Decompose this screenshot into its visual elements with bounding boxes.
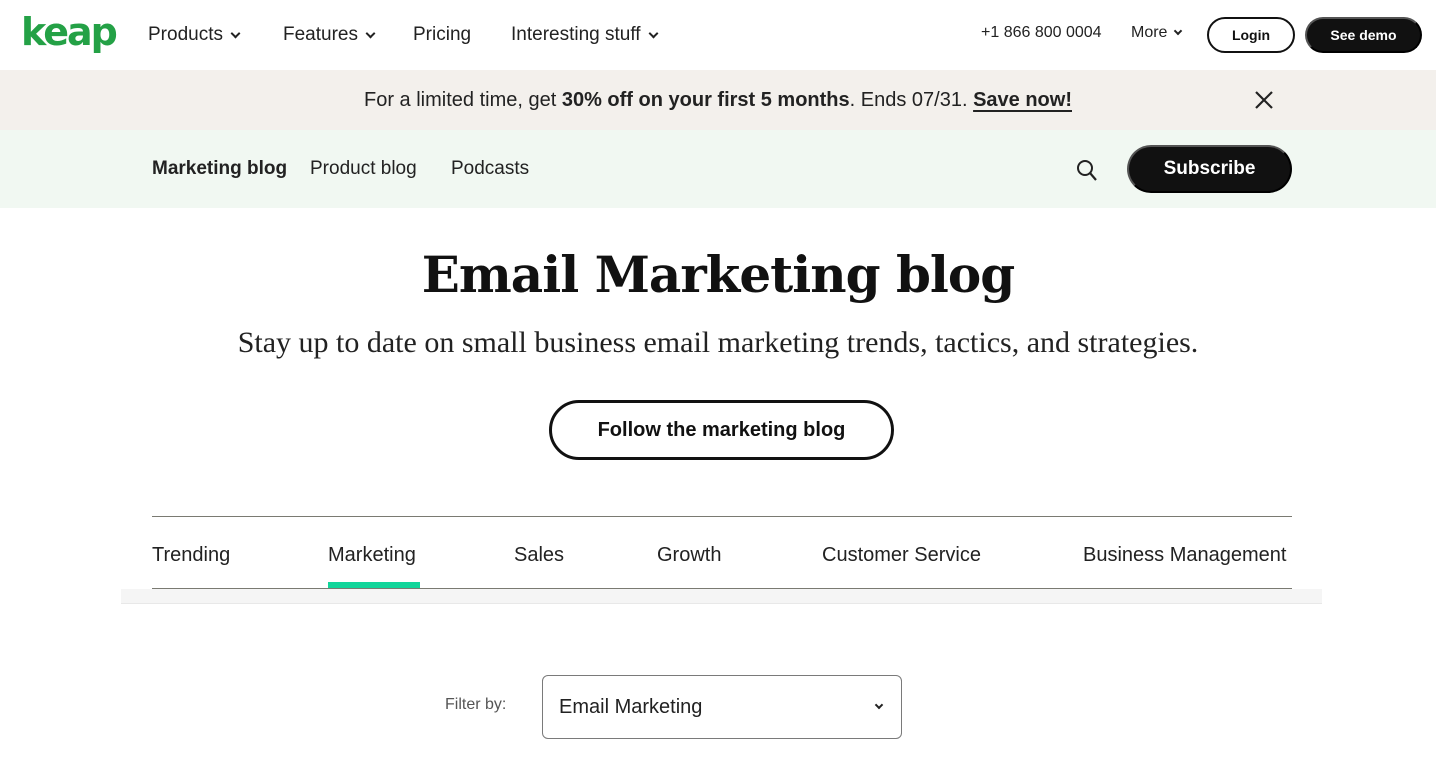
promo-text-bold: 30% off on your first 5 months <box>561 89 850 111</box>
filter-select[interactable]: Email Marketing <box>542 675 902 739</box>
nav-interesting-stuff-label: Interesting stuff <box>511 24 641 45</box>
filter-label: Filter by: <box>445 696 507 713</box>
chevron-down-icon <box>874 700 884 710</box>
save-now-link[interactable]: Save now! <box>973 89 1072 111</box>
see-demo-button[interactable]: See demo <box>1305 17 1422 53</box>
nav-more-label: More <box>1131 24 1168 41</box>
promo-text-after: . Ends 07/31. <box>849 89 974 111</box>
login-button[interactable]: Login <box>1207 17 1295 53</box>
tab-growth[interactable]: Growth <box>657 542 721 568</box>
chevron-down-icon <box>365 28 376 38</box>
filter-selected-value: Email Marketing <box>559 695 703 718</box>
tab-marketing[interactable]: Marketing <box>328 542 416 568</box>
nav-interesting-stuff[interactable]: Interesting stuff <box>511 22 659 48</box>
tab-trending[interactable]: Trending <box>152 542 230 568</box>
promo-text-before: For a limited time, get <box>364 89 562 111</box>
search-icon[interactable] <box>1075 158 1099 182</box>
tab-customer-service[interactable]: Customer Service <box>822 542 981 568</box>
page-subtitle: Stay up to date on small business email … <box>237 326 1199 359</box>
tab-business-management[interactable]: Business Management <box>1083 542 1286 568</box>
top-navigation: keap Products Features Pricing Interesti… <box>0 0 1436 70</box>
nav-products[interactable]: Products <box>148 22 241 48</box>
subscribe-button[interactable]: Subscribe <box>1127 145 1292 193</box>
keap-logo[interactable]: keap <box>21 12 118 52</box>
nav-more[interactable]: More <box>1131 24 1183 42</box>
nav-pricing-label: Pricing <box>413 24 472 45</box>
chevron-down-icon <box>230 28 241 38</box>
promo-text: For a limited time, get 30% off on your … <box>0 88 1436 112</box>
nav-features[interactable]: Features <box>283 22 376 48</box>
tabs-divider-top <box>152 516 1292 517</box>
subnav-product-blog[interactable]: Product blog <box>310 157 417 181</box>
chevron-down-icon <box>648 28 659 38</box>
nav-pricing[interactable]: Pricing <box>413 22 471 48</box>
nav-features-label: Features <box>283 24 358 45</box>
promo-banner: For a limited time, get 30% off on your … <box>0 70 1436 130</box>
tab-sales[interactable]: Sales <box>514 542 564 568</box>
chevron-down-icon <box>1174 26 1183 36</box>
phone-number-link[interactable]: +1 866 800 0004 <box>981 24 1102 42</box>
close-icon[interactable] <box>1253 89 1275 111</box>
nav-products-label: Products <box>148 24 223 45</box>
follow-blog-button[interactable]: Follow the marketing blog <box>549 400 894 460</box>
subnav-podcasts[interactable]: Podcasts <box>451 157 529 181</box>
subnav-marketing-blog[interactable]: Marketing blog <box>152 157 287 181</box>
tabs-shadow-strip <box>121 589 1322 604</box>
page-title: Email Marketing blog <box>421 245 1015 304</box>
